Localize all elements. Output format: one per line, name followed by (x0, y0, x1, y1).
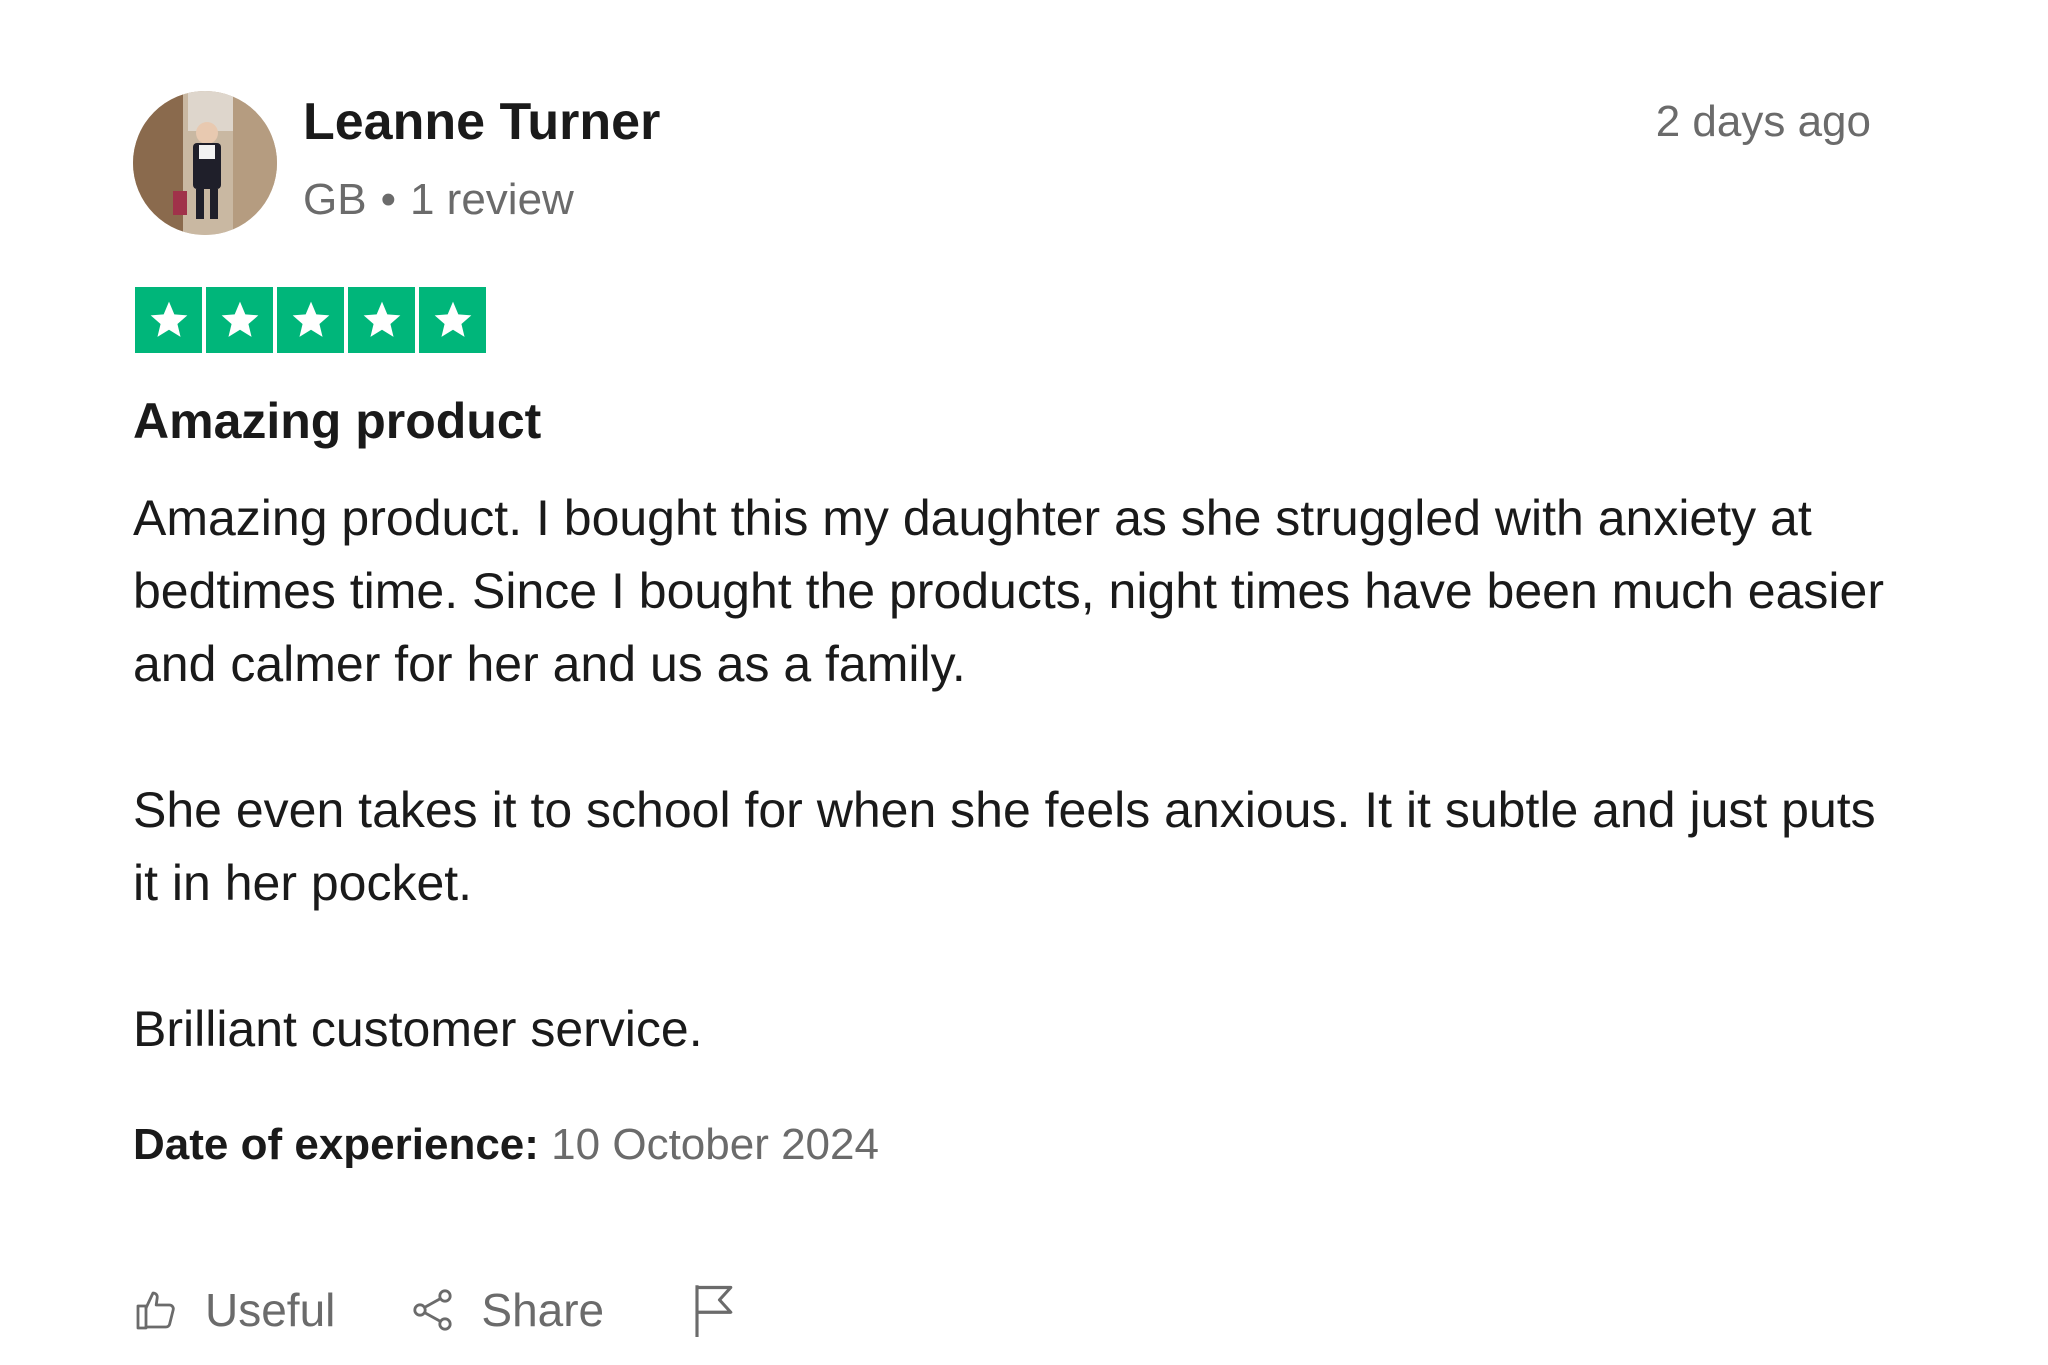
review-body: Amazing product. I bought this my daught… (133, 482, 1893, 1066)
star-icon (419, 287, 486, 353)
star-icon (348, 287, 415, 353)
review-card: Leanne Turner GB • 1 review 2 days ago Ama… (0, 0, 2048, 1365)
share-icon (409, 1286, 457, 1334)
useful-label: Useful (205, 1284, 336, 1336)
review-paragraph: Amazing product. I bought this my daught… (133, 490, 1884, 692)
share-label: Share (481, 1284, 605, 1336)
share-button[interactable]: Share (409, 1283, 604, 1337)
star-icon (135, 287, 202, 353)
review-posted-date: 2 days ago (1655, 97, 1871, 146)
meta-separator: • (380, 175, 396, 224)
avatar-photo (133, 91, 277, 235)
experience-label: Date of experience: (133, 1120, 539, 1169)
star-icon (277, 287, 344, 353)
reviewer-review-count: 1 review (409, 175, 574, 224)
avatar[interactable] (133, 91, 277, 235)
reviewer-country: GB (303, 175, 367, 224)
reviewer-meta: GB • 1 review (303, 175, 574, 225)
useful-button[interactable]: Useful (133, 1283, 335, 1337)
star-rating (135, 287, 486, 353)
reviewer-name[interactable]: Leanne Turner (303, 92, 660, 152)
review-title: Amazing product (133, 393, 542, 449)
review-paragraph: She even takes it to school for when she… (133, 782, 1876, 911)
star-icon (206, 287, 273, 353)
flag-icon (688, 1280, 742, 1340)
review-paragraph: Brilliant customer service. (133, 1001, 703, 1057)
experience-date: 10 October 2024 (551, 1120, 879, 1169)
thumbs-up-icon (133, 1286, 181, 1334)
report-button[interactable] (688, 1280, 766, 1340)
date-of-experience: Date of experience: 10 October 2024 (133, 1120, 879, 1170)
review-actions: Useful Share (133, 1280, 766, 1340)
